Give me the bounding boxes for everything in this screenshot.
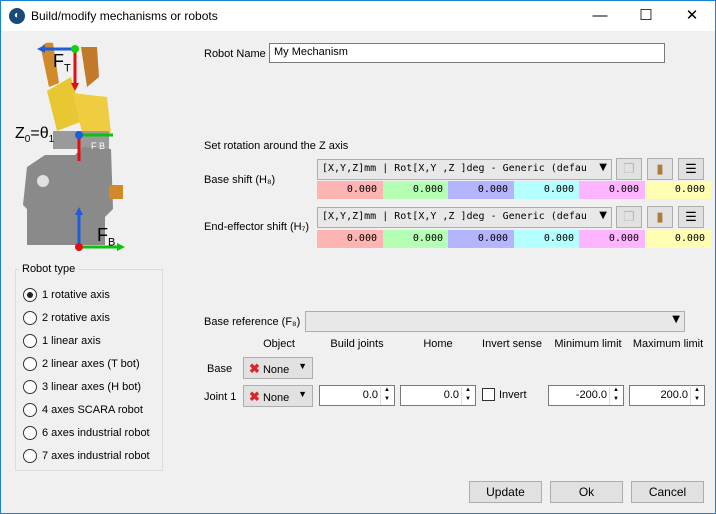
header-build-joints: Build joints bbox=[330, 338, 384, 350]
base-row-label: Base bbox=[207, 363, 233, 375]
base-shift-units-select[interactable]: [X,Y,Z]mm | Rot[X,Y ,Z ]deg - Generic (d… bbox=[317, 159, 612, 180]
base-reference-select[interactable]: ▼ bbox=[305, 311, 685, 332]
ee-shift-value-3[interactable]: 0.000 bbox=[448, 230, 514, 248]
robot-type-option-label[interactable]: 1 linear axis bbox=[42, 335, 101, 347]
robot-type-radio-4[interactable] bbox=[23, 357, 37, 371]
none-icon: ✖ bbox=[249, 361, 260, 376]
cancel-button[interactable]: Cancel bbox=[631, 481, 704, 503]
base-bracket bbox=[109, 185, 123, 199]
minimize-button[interactable]: — bbox=[577, 1, 623, 31]
joint1-min-spinbox[interactable]: -200.0 ▲ ▼ bbox=[548, 385, 624, 406]
base-shift-value-2[interactable]: 0.000 bbox=[383, 181, 449, 199]
joint1-build-spinbox[interactable]: 0.0 ▲ ▼ bbox=[319, 385, 395, 406]
ee-shift-value-5[interactable]: 0.000 bbox=[579, 230, 645, 248]
joint1-invert-checkbox[interactable] bbox=[482, 388, 495, 401]
robot-name-label: Robot Name bbox=[204, 48, 266, 60]
header-object: Object bbox=[263, 338, 295, 350]
fb-origin bbox=[75, 243, 83, 251]
header-maximum-limit: Maximum limit bbox=[632, 338, 704, 350]
app-icon: ◐ bbox=[9, 8, 25, 24]
ee-shift-value-4[interactable]: 0.000 bbox=[514, 230, 580, 248]
robot-type-radio-5[interactable] bbox=[23, 380, 37, 394]
update-button[interactable]: Update bbox=[469, 481, 542, 503]
ee-shift-value-2[interactable]: 0.000 bbox=[383, 230, 449, 248]
base-reference-label: Base reference (F₈) bbox=[204, 316, 301, 328]
robot-type-option-label[interactable]: 7 axes industrial robot bbox=[42, 450, 150, 462]
joint1-home-spinbox[interactable]: 0.0 ▲ ▼ bbox=[400, 385, 476, 406]
ok-button[interactable]: Ok bbox=[550, 481, 623, 503]
menu-icon[interactable]: ☰ bbox=[678, 158, 704, 180]
gripper-body bbox=[73, 93, 111, 137]
ee-shift-value-6[interactable]: 0.000 bbox=[645, 230, 711, 248]
fb-x-arrow bbox=[117, 243, 125, 251]
ft-label: FT bbox=[53, 51, 71, 75]
base-shift-value-3[interactable]: 0.000 bbox=[448, 181, 514, 199]
ft-origin bbox=[71, 45, 79, 53]
paste-icon[interactable]: ▮ bbox=[647, 158, 673, 180]
robot-type-radio-2[interactable] bbox=[23, 311, 37, 325]
close-button[interactable]: ✕ bbox=[669, 1, 715, 31]
dialog-window: ◐ Build/modify mechanisms or robots — ☐ … bbox=[0, 0, 716, 514]
paste-icon[interactable]: ▮ bbox=[647, 206, 673, 228]
base-shift-value-5[interactable]: 0.000 bbox=[579, 181, 645, 199]
robot-name-input[interactable]: My Mechanism bbox=[269, 43, 665, 63]
ee-shift-value-1[interactable]: 0.000 bbox=[317, 230, 383, 248]
maximize-button[interactable]: ☐ bbox=[623, 1, 669, 31]
robot-type-option-label[interactable]: 4 axes SCARA robot bbox=[42, 404, 143, 416]
ee-shift-units-select[interactable]: [X,Y,Z]mm | Rot[X,Y ,Z ]deg - Generic (d… bbox=[317, 207, 612, 228]
overlay-label: F B bbox=[91, 141, 106, 151]
header-home: Home bbox=[423, 338, 453, 350]
robot-type-title: Robot type bbox=[19, 263, 79, 275]
fb-label: FB bbox=[97, 225, 116, 249]
robot-type-radio-1[interactable] bbox=[23, 288, 37, 302]
joint1-label: Joint 1 bbox=[204, 391, 237, 403]
mid-origin bbox=[75, 131, 83, 139]
base-shift-value-6[interactable]: 0.000 bbox=[645, 181, 711, 199]
none-icon: ✖ bbox=[249, 389, 260, 404]
joint1-invert-label: Invert bbox=[499, 389, 527, 401]
bolt-hole bbox=[37, 175, 49, 187]
robot-type-radio-8[interactable] bbox=[23, 449, 37, 463]
robot-type-option-label[interactable]: 3 linear axes (H bot) bbox=[42, 381, 141, 393]
base-shift-value-1[interactable]: 0.000 bbox=[317, 181, 383, 199]
gripper-finger-right bbox=[81, 47, 99, 87]
window-title: Build/modify mechanisms or robots bbox=[31, 9, 218, 23]
title-bar: ◐ Build/modify mechanisms or robots — ☐ … bbox=[1, 1, 715, 31]
ee-shift-label: End-effector shift (H₇) bbox=[204, 221, 310, 233]
copy-icon[interactable]: ❐ bbox=[616, 158, 642, 180]
joint1-object-select[interactable]: ✖ None ▼ bbox=[243, 385, 313, 407]
robot-type-radio-6[interactable] bbox=[23, 403, 37, 417]
ft-x-arrow bbox=[37, 45, 45, 53]
robot-type-radio-3[interactable] bbox=[23, 334, 37, 348]
robot-type-option-label[interactable]: 2 linear axes (T bot) bbox=[42, 358, 140, 370]
z0-label: Z0=θ1 bbox=[15, 125, 55, 146]
robot-type-radio-7[interactable] bbox=[23, 426, 37, 440]
header-minimum-limit: Minimum limit bbox=[554, 338, 622, 350]
base-shift-value-4[interactable]: 0.000 bbox=[514, 181, 580, 199]
robot-illustration bbox=[23, 42, 125, 251]
robot-type-option-label[interactable]: 1 rotative axis bbox=[42, 289, 110, 301]
base-shift-label: Base shift (H₈) bbox=[204, 174, 276, 186]
rotation-label: Set rotation around the Z axis bbox=[204, 140, 349, 152]
joint1-max-spinbox[interactable]: 200.0 ▲ ▼ bbox=[629, 385, 705, 406]
base-object-select[interactable]: ✖ None ▼ bbox=[243, 357, 313, 379]
menu-icon[interactable]: ☰ bbox=[678, 206, 704, 228]
copy-icon[interactable]: ❐ bbox=[616, 206, 642, 228]
robot-type-option-label[interactable]: 2 rotative axis bbox=[42, 312, 110, 324]
robot-type-option-label[interactable]: 6 axes industrial robot bbox=[42, 427, 150, 439]
header-invert-sense: Invert sense bbox=[482, 338, 542, 350]
